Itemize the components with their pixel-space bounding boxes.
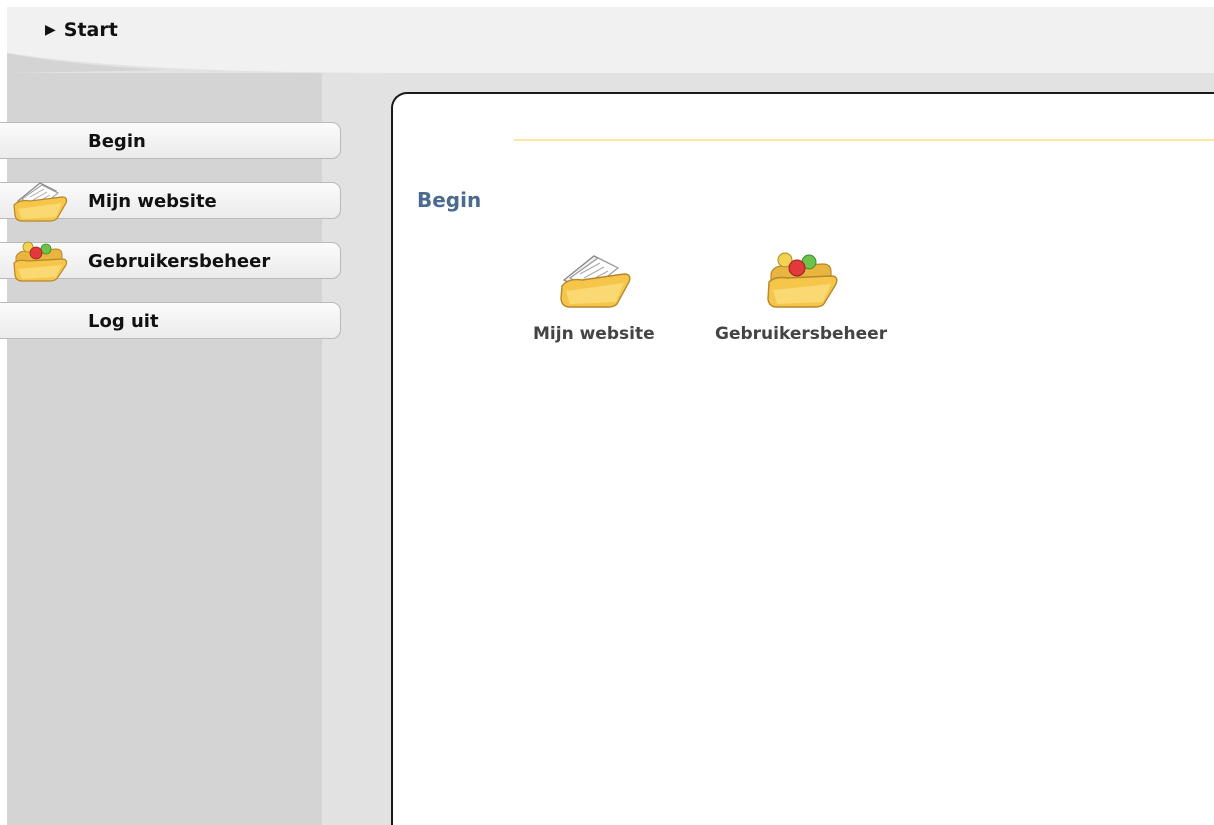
folder-users-icon	[767, 252, 838, 308]
folder-documents-icon	[560, 255, 631, 308]
sidebar-item-log-uit[interactable]: Log uit	[0, 302, 341, 339]
accent-divider	[514, 139, 1214, 141]
folder-users-icon	[13, 241, 68, 282]
sidebar-item-mijn-website[interactable]: Mijn website	[0, 182, 341, 222]
sidebar-item-label: Mijn website	[88, 191, 217, 212]
breadcrumb-label: Start	[63, 19, 118, 41]
tile-gebruikersbeheer[interactable]: Gebruikersbeheer	[715, 246, 887, 344]
sidebar-item-begin[interactable]: Begin	[0, 122, 341, 159]
header-curve	[7, 7, 1214, 87]
sidebar-item-label: Gebruikersbeheer	[88, 251, 271, 272]
tile-mijn-website[interactable]: Mijn website	[533, 246, 655, 344]
page-title: Begin	[417, 188, 482, 212]
header-bar: ▶ Start	[7, 7, 1214, 87]
tile-label: Gebruikersbeheer	[715, 324, 888, 344]
main-panel: Begin Mijn website Gebruikersbeheer	[391, 92, 1214, 825]
tile-label: Mijn website	[533, 324, 655, 344]
page: ▶ Start Begin Mijn website Gebruikersbeh…	[0, 0, 1214, 825]
folder-documents-icon	[13, 182, 68, 222]
sidebar-item-label: Begin	[88, 131, 146, 152]
play-triangle-icon: ▶	[45, 22, 56, 38]
sidebar-item-label: Log uit	[88, 311, 159, 332]
sidebar-item-gebruikersbeheer[interactable]: Gebruikersbeheer	[0, 241, 341, 282]
breadcrumb[interactable]: ▶ Start	[45, 19, 118, 41]
